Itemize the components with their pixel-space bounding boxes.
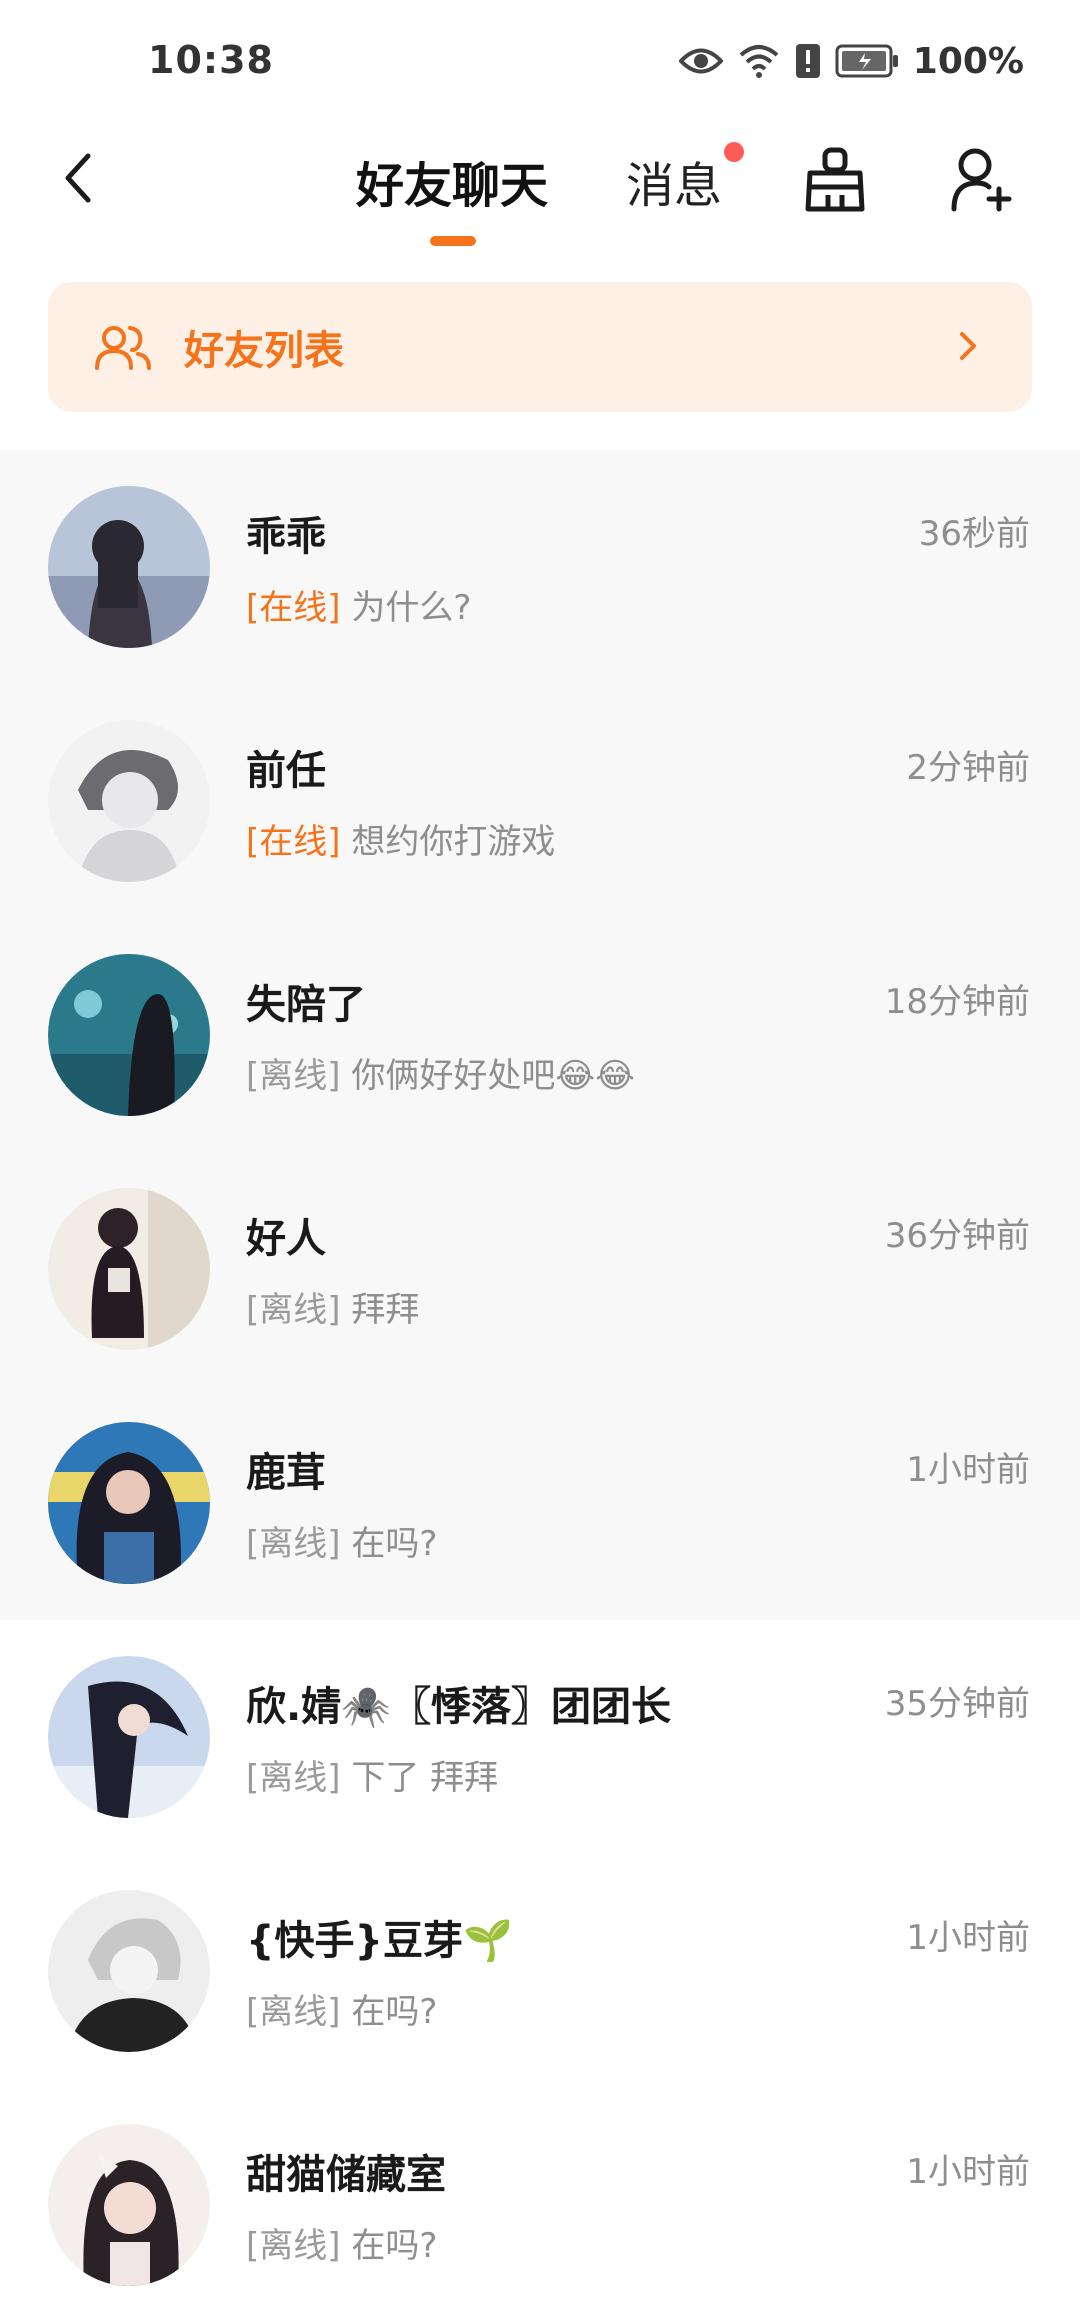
- chat-name: 失陪了: [246, 982, 366, 1028]
- chat-item[interactable]: 乖乖 36秒前 [在线] 为什么?: [0, 450, 1080, 684]
- friend-list-banner[interactable]: 好友列表: [48, 282, 1032, 412]
- broom-icon: [805, 147, 865, 212]
- status-time: 10:38: [148, 38, 274, 82]
- chat-preview: [离线] 你俩好好处吧😂😂: [246, 1048, 635, 1097]
- avatar: [48, 1188, 210, 1350]
- wifi-icon: [737, 43, 781, 79]
- add-user-icon: [951, 148, 1012, 212]
- chat-preview: [离线] 在吗?: [246, 1516, 437, 1565]
- eye-icon: [678, 46, 723, 76]
- chevron-left-icon: [65, 153, 91, 203]
- avatar: [48, 1656, 210, 1818]
- avatar: [48, 720, 210, 882]
- chat-preview: [在线] 为什么?: [246, 580, 471, 629]
- offline-status: [离线]: [246, 2226, 341, 2266]
- chat-preview: [离线] 在吗?: [246, 1984, 437, 2033]
- chat-time: 1小时前: [906, 2152, 1030, 2192]
- chat-name: {快手}豆芽🌱: [246, 1918, 513, 1964]
- chat-item[interactable]: 失陪了 18分钟前 [离线] 你俩好好处吧😂😂: [0, 918, 1080, 1152]
- offline-status: [离线]: [246, 1992, 341, 2032]
- messages-badge-dot: [724, 142, 744, 162]
- chat-time: 2分钟前: [906, 748, 1030, 788]
- chat-list: 乖乖 36秒前 [在线] 为什么? 前任 2分钟前 [在线] 想约你打游戏 失陪…: [0, 450, 1080, 2310]
- chat-time: 36秒前: [918, 514, 1030, 554]
- chat-time: 18分钟前: [884, 982, 1030, 1022]
- chat-name: 鹿茸: [246, 1450, 326, 1496]
- status-bar: 10:38 100%: [0, 0, 1080, 120]
- chat-preview: [离线] 在吗?: [246, 2218, 437, 2267]
- clean-button[interactable]: [800, 140, 870, 220]
- last-message: 在吗?: [351, 1992, 438, 2032]
- chat-name: 前任: [246, 748, 326, 794]
- offline-status: [离线]: [246, 1758, 341, 1798]
- chat-item[interactable]: 好人 36分钟前 [离线] 拜拜: [0, 1152, 1080, 1386]
- last-message: 在吗?: [351, 2226, 438, 2266]
- battery-icon: [835, 44, 899, 78]
- add-friend-button[interactable]: [948, 142, 1018, 218]
- offline-status: [离线]: [246, 1056, 341, 1096]
- chat-name: 乖乖: [246, 514, 326, 560]
- avatar: [48, 2124, 210, 2286]
- battery-percent: 100%: [912, 40, 1024, 82]
- nav-header: 好友聊天 消息: [0, 120, 1080, 260]
- chat-time: 1小时前: [906, 1450, 1030, 1490]
- chat-name: 欣.婧🕷️〖悸落〗团团长: [246, 1684, 671, 1730]
- chat-item[interactable]: {快手}豆芽🌱 1小时前 [离线] 在吗?: [0, 1854, 1080, 2088]
- last-message: 想约你打游戏: [351, 822, 556, 862]
- alert-sim-icon: [795, 43, 821, 79]
- online-status: [在线]: [246, 588, 341, 628]
- last-message: 下了 拜拜: [351, 1758, 499, 1798]
- chat-preview: [离线] 拜拜: [246, 1282, 419, 1331]
- avatar: [48, 1422, 210, 1584]
- chat-item[interactable]: 鹿茸 1小时前 [离线] 在吗?: [0, 1386, 1080, 1620]
- active-tab-indicator: [430, 236, 476, 246]
- chat-item[interactable]: 欣.婧🕷️〖悸落〗团团长 35分钟前 [离线] 下了 拜拜: [0, 1620, 1080, 1854]
- tab-messages[interactable]: 消息: [626, 146, 722, 216]
- offline-status: [离线]: [246, 1290, 341, 1330]
- chat-preview: [在线] 想约你打游戏: [246, 814, 555, 863]
- avatar: [48, 954, 210, 1116]
- avatar: [48, 1890, 210, 2052]
- last-message: 为什么?: [351, 588, 472, 628]
- chat-item[interactable]: 甜猫储藏室 1小时前 [离线] 在吗?: [0, 2088, 1080, 2310]
- chat-time: 35分钟前: [884, 1684, 1030, 1724]
- chevron-right-icon: [960, 332, 976, 360]
- last-message: 在吗?: [351, 1524, 438, 1564]
- tab-friend-chat[interactable]: 好友聊天: [356, 146, 548, 216]
- chat-time: 36分钟前: [884, 1216, 1030, 1256]
- chat-time: 1小时前: [906, 1918, 1030, 1958]
- chat-preview: [离线] 下了 拜拜: [246, 1750, 498, 1799]
- offline-status: [离线]: [246, 1524, 341, 1564]
- online-status: [在线]: [246, 822, 341, 862]
- chat-name: 甜猫储藏室: [246, 2152, 446, 2198]
- status-icons: 100%: [678, 36, 1024, 86]
- friends-icon: [94, 322, 154, 372]
- back-button[interactable]: [48, 148, 108, 208]
- chat-name: 好人: [246, 1216, 326, 1262]
- last-message: 拜拜: [351, 1290, 420, 1330]
- avatar: [48, 486, 210, 648]
- last-message: 你俩好好处吧😂😂: [351, 1056, 635, 1096]
- friend-list-label: 好友列表: [184, 328, 344, 374]
- chat-item[interactable]: 前任 2分钟前 [在线] 想约你打游戏: [0, 684, 1080, 918]
